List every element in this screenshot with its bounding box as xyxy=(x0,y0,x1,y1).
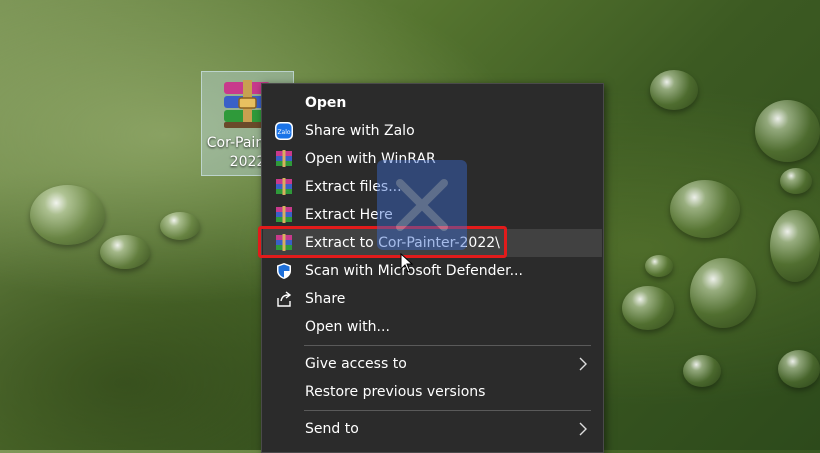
water-drop xyxy=(650,70,698,110)
water-drop xyxy=(645,255,673,277)
chevron-right-icon xyxy=(579,357,587,371)
menu-separator xyxy=(304,345,591,346)
menu-item-label: Send to xyxy=(305,421,359,437)
menu-item-share-with-zalo[interactable]: Zalo Share with Zalo xyxy=(263,117,602,145)
water-drop xyxy=(755,100,820,162)
menu-item-label: Give access to xyxy=(305,356,407,372)
menu-item-open-with[interactable]: Open with... xyxy=(263,313,602,341)
zalo-icon: Zalo xyxy=(275,122,293,140)
water-drop xyxy=(780,168,812,194)
defender-shield-icon xyxy=(277,263,291,279)
menu-item-share[interactable]: Share xyxy=(263,285,602,313)
water-drop xyxy=(160,212,200,240)
water-drop xyxy=(670,180,740,238)
mouse-cursor-icon xyxy=(400,253,414,273)
water-drop xyxy=(690,258,756,328)
share-icon xyxy=(277,291,292,307)
context-menu: Open Zalo Share with Zalo Open with WinR… xyxy=(261,83,604,453)
menu-item-label: Restore previous versions xyxy=(305,384,486,400)
water-drop xyxy=(30,185,105,245)
water-drop xyxy=(778,350,820,388)
watermark-logo-icon xyxy=(377,160,467,250)
menu-separator xyxy=(304,410,591,411)
svg-text:Zalo: Zalo xyxy=(277,129,290,136)
water-drop xyxy=(770,210,820,282)
menu-item-label: Open with... xyxy=(305,319,390,335)
water-drop xyxy=(683,355,721,387)
menu-item-scan-with-defender[interactable]: Scan with Microsoft Defender... xyxy=(263,257,602,285)
menu-item-restore-previous-versions[interactable]: Restore previous versions xyxy=(263,378,602,406)
menu-item-label: Share with Zalo xyxy=(305,123,415,139)
menu-item-give-access-to[interactable]: Give access to xyxy=(263,350,602,378)
winrar-icon xyxy=(276,178,292,195)
chevron-right-icon xyxy=(579,422,587,436)
water-drop xyxy=(622,286,674,330)
menu-item-open[interactable]: Open xyxy=(263,89,602,117)
water-drop xyxy=(100,235,150,269)
menu-item-send-to[interactable]: Send to xyxy=(263,415,602,443)
menu-item-label: Share xyxy=(305,291,346,307)
menu-item-label: Open xyxy=(305,95,347,111)
winrar-icon xyxy=(276,150,292,167)
winrar-icon xyxy=(276,206,292,223)
